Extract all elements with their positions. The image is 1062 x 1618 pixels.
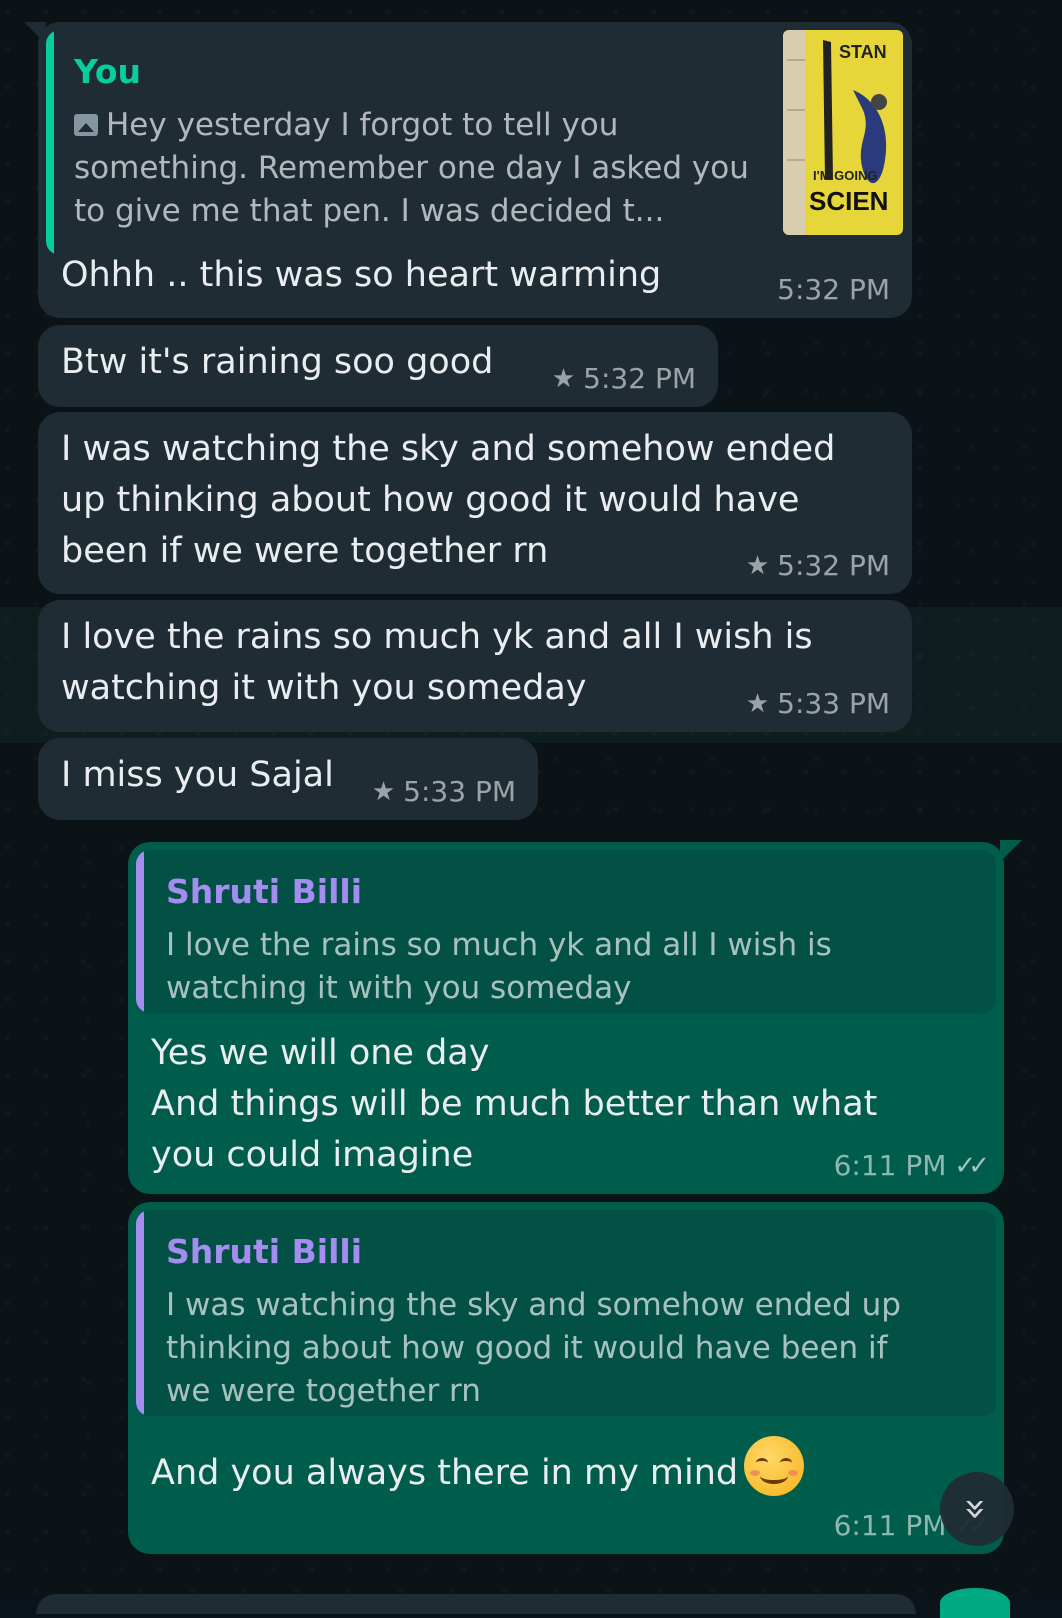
thumbnail-caption-middle: I'M GOING [813, 168, 877, 183]
quoted-message[interactable]: Shruti Billi I was watching the sky and … [136, 1210, 996, 1416]
star-icon: ★ [745, 550, 770, 581]
double-chevron-down-icon: » [955, 1497, 999, 1521]
incoming-message-bubble[interactable]: Btw it's raining soo good ★ 5:32 PM [38, 325, 718, 407]
message-text: I miss you Sajal [61, 755, 334, 795]
message-input-bar[interactable] [36, 1594, 916, 1614]
quote-author: Shruti Billi [166, 1232, 363, 1271]
quoted-message[interactable]: You Hey yesterday I forgot to tell you s… [46, 30, 781, 255]
scroll-to-bottom-button[interactable]: » [940, 1472, 1014, 1546]
message-time: 5:32 PM [777, 549, 890, 582]
message-time: 6:11 PM [833, 1149, 947, 1182]
incoming-message-bubble[interactable]: I love the rains so much yk and all I wi… [38, 600, 912, 732]
quote-author: Shruti Billi [166, 872, 363, 911]
thumbnail-caption-top: STAN [839, 42, 887, 62]
star-icon: ★ [551, 363, 576, 394]
message-meta: ★ 5:32 PM [552, 362, 696, 395]
message-meta: 6:11 PM ✓✓ [833, 1149, 990, 1182]
double-check-icon: ✓✓ [954, 1150, 989, 1181]
outgoing-message-bubble[interactable]: Shruti Billi I love the rains so much yk… [128, 842, 1004, 1194]
message-meta: 5:32 PM [777, 273, 890, 306]
incoming-message-bubble[interactable]: I was watching the sky and somehow ended… [38, 412, 912, 594]
bubble-tail [24, 22, 46, 44]
message-text: Ohhh .. this was so heart warming [61, 255, 662, 295]
quote-text: I love the rains so much yk and all I wi… [166, 927, 832, 1006]
message-meta: ★ 5:33 PM [746, 687, 890, 720]
thumbnail-image: STAN I'M GOING SCIEN [783, 30, 903, 235]
send-voice-button[interactable] [940, 1588, 1010, 1618]
message-time: 5:33 PM [777, 687, 890, 720]
message-time: 5:32 PM [583, 362, 696, 395]
star-icon: ★ [745, 688, 770, 719]
quote-accent-bar [136, 1210, 144, 1416]
message-text: I was watching the sky and somehow ended… [61, 429, 836, 571]
quote-text-content: Hey yesterday I forgot to tell you somet… [74, 107, 749, 229]
smiling-face-emoji-icon [744, 1436, 805, 1496]
message-time: 6:11 PM [833, 1509, 947, 1542]
message-text-content: And you always there in my mind [151, 1453, 739, 1493]
quote-accent-bar [136, 850, 144, 1013]
message-meta: ★ 5:33 PM [372, 775, 516, 808]
quoted-message[interactable]: Shruti Billi I love the rains so much yk… [136, 850, 996, 1013]
message-text: And you always there in my mind [151, 1436, 805, 1499]
outgoing-message-bubble[interactable]: Shruti Billi I was watching the sky and … [128, 1202, 1004, 1554]
message-text: Yes we will one day And things will be m… [151, 1033, 878, 1175]
message-time: 5:32 PM [777, 273, 890, 306]
quote-author: You [74, 52, 142, 91]
quote-text: I was watching the sky and somehow ended… [166, 1287, 901, 1409]
star-icon: ★ [371, 776, 396, 807]
message-time: 5:33 PM [403, 775, 516, 808]
quote-accent-bar [46, 30, 54, 255]
incoming-message-bubble[interactable]: I miss you Sajal ★ 5:33 PM [38, 738, 538, 820]
quote-text: Hey yesterday I forgot to tell you somet… [74, 104, 774, 233]
incoming-message-bubble[interactable]: You Hey yesterday I forgot to tell you s… [24, 22, 912, 318]
message-meta: ★ 5:32 PM [746, 549, 890, 582]
thumbnail-caption-bottom: SCIEN [809, 186, 888, 216]
message-text: Btw it's raining soo good [61, 342, 494, 382]
photo-icon [74, 114, 98, 136]
quoted-image-thumbnail[interactable]: STAN I'M GOING SCIEN [783, 30, 903, 235]
message-text: I love the rains so much yk and all I wi… [61, 617, 813, 708]
